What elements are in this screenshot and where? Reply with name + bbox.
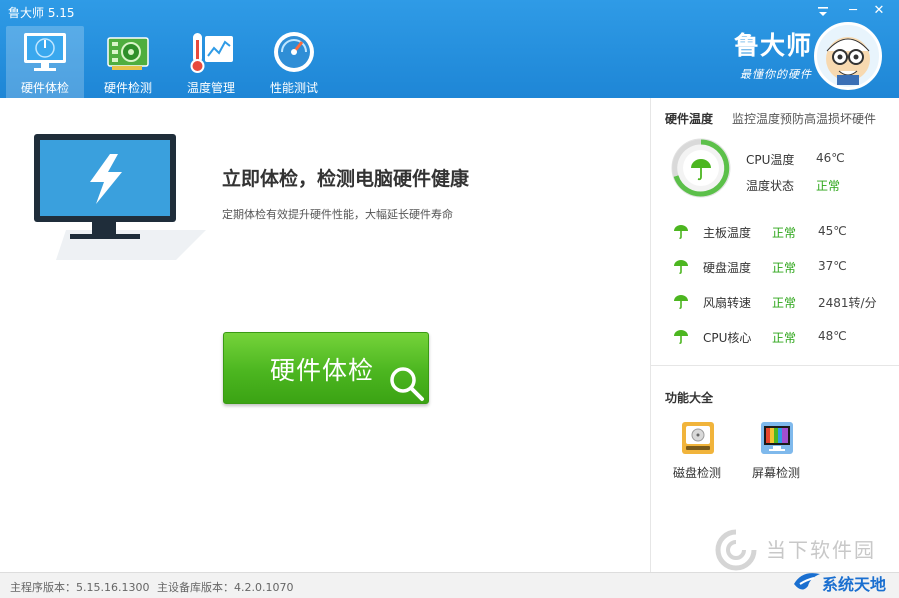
panel-divider bbox=[651, 365, 899, 366]
minimize-button[interactable]: ─ bbox=[842, 2, 864, 20]
cpu-temp-label: CPU温度 bbox=[746, 153, 795, 167]
watermark-xitongtiandi: 系统天地 bbox=[790, 566, 899, 598]
temp-status-label: 温度状态 bbox=[746, 179, 795, 193]
tab-hardware-checkup[interactable]: 硬件体检 bbox=[6, 26, 84, 98]
checkup-title: 立即体检，检测电脑硬件健康 bbox=[222, 168, 470, 190]
cpu-core-status: 正常 bbox=[772, 331, 797, 345]
disk-check-label: 磁盘检测 bbox=[672, 466, 721, 480]
thermometer-icon bbox=[190, 33, 233, 73]
checkup-button-label: 硬件体检 bbox=[270, 356, 375, 385]
hardware-temp-desc: 监控温度预防高温损坏硬件 bbox=[732, 112, 877, 126]
mainboard-temp-label: 主板温度 bbox=[703, 226, 752, 240]
cpu-temp-gauge-icon bbox=[671, 138, 731, 198]
tab-temperature[interactable]: 温度管理 bbox=[172, 26, 250, 98]
screen-check-label: 屏幕检测 bbox=[751, 466, 800, 480]
header-bar: 鲁大师 5.15 ─ ✕ 硬件体检 硬件检测 温度管理 性能测试 鲁大师 最懂你… bbox=[0, 0, 899, 98]
tab-hardware-detection[interactable]: 硬件检测 bbox=[89, 26, 167, 98]
disk-temp-label: 硬盘温度 bbox=[703, 261, 752, 275]
main-tabs: 硬件体检 硬件检测 温度管理 性能测试 bbox=[6, 26, 338, 98]
watermark-logo-icon bbox=[715, 529, 757, 571]
brand: 鲁大师 最懂你的硬件 bbox=[716, 30, 812, 82]
watermark-dangxia-text: 当下软件园 bbox=[766, 538, 876, 562]
fan-speed-value: 2481转/分 bbox=[818, 296, 877, 310]
tab-label: 硬件体检 bbox=[20, 81, 69, 95]
brand-title: 鲁大师 bbox=[733, 31, 812, 60]
cpu-core-value: 48℃ bbox=[818, 329, 847, 343]
umbrella-icon bbox=[674, 225, 688, 239]
main-panel: 立即体检，检测电脑硬件健康 定期体检有效提升硬件性能，大幅延长硬件寿命 硬件体检 bbox=[0, 98, 650, 572]
brand-slogan: 最懂你的硬件 bbox=[740, 68, 812, 81]
mainboard-temp-value: 45℃ bbox=[818, 224, 847, 238]
temp-status-value: 正常 bbox=[816, 179, 841, 193]
fan-speed-status: 正常 bbox=[772, 296, 797, 310]
magnifier-icon bbox=[390, 367, 424, 401]
monitor-illustration-icon bbox=[34, 134, 206, 260]
menu-icon[interactable] bbox=[812, 2, 834, 20]
functions-title: 功能大全 bbox=[665, 391, 714, 405]
right-panel: 硬件温度 监控温度预防高温损坏硬件 CPU温度 46℃ 温度状态 正常 主板温度… bbox=[650, 98, 899, 572]
checkup-subtitle: 定期体检有效提升硬件性能，大幅延长硬件寿命 bbox=[222, 208, 453, 221]
fan-speed-label: 风扇转速 bbox=[703, 296, 752, 310]
cpu-temp-value: 46℃ bbox=[816, 151, 845, 165]
db-version-text: 主设备库版本：4.2.0.1070 bbox=[157, 581, 294, 594]
hardware-checkup-button[interactable]: 硬件体检 bbox=[223, 332, 429, 404]
status-bar: 主程序版本：5.15.16.1300 主设备库版本：4.2.0.1070 bbox=[0, 572, 899, 598]
tab-label: 温度管理 bbox=[186, 81, 235, 95]
circuit-board-icon bbox=[107, 37, 149, 70]
tab-label: 硬件检测 bbox=[103, 81, 152, 95]
mascot-icon bbox=[826, 37, 870, 85]
mainboard-temp-status: 正常 bbox=[772, 226, 797, 240]
app-title: 鲁大师 5.15 bbox=[8, 6, 75, 20]
disk-check-icon bbox=[682, 422, 714, 454]
close-button[interactable]: ✕ bbox=[868, 2, 890, 20]
watermark-xitongtiandi-text: 系统天地 bbox=[822, 575, 887, 594]
umbrella-icon bbox=[674, 330, 688, 344]
monitor-icon bbox=[24, 33, 66, 71]
umbrella-icon bbox=[674, 260, 688, 274]
cpu-core-label: CPU核心 bbox=[703, 331, 752, 345]
disk-temp-value: 37℃ bbox=[818, 259, 847, 273]
mascot-avatar[interactable] bbox=[814, 22, 882, 90]
tab-performance[interactable]: 性能测试 bbox=[255, 26, 333, 98]
screen-check-icon bbox=[761, 422, 793, 454]
speedometer-icon bbox=[274, 32, 314, 72]
disk-check-button[interactable]: 磁盘检测 bbox=[667, 420, 727, 484]
watermark-bird-icon bbox=[794, 573, 820, 590]
main-version-text: 主程序版本：5.15.16.1300 bbox=[10, 581, 150, 594]
tab-label: 性能测试 bbox=[269, 81, 318, 95]
screen-check-button[interactable]: 屏幕检测 bbox=[746, 420, 806, 484]
watermark-dangxia: 当下软件园 bbox=[712, 529, 882, 571]
umbrella-icon bbox=[674, 295, 688, 309]
disk-temp-status: 正常 bbox=[772, 261, 797, 275]
hardware-temp-title: 硬件温度 bbox=[665, 112, 714, 126]
